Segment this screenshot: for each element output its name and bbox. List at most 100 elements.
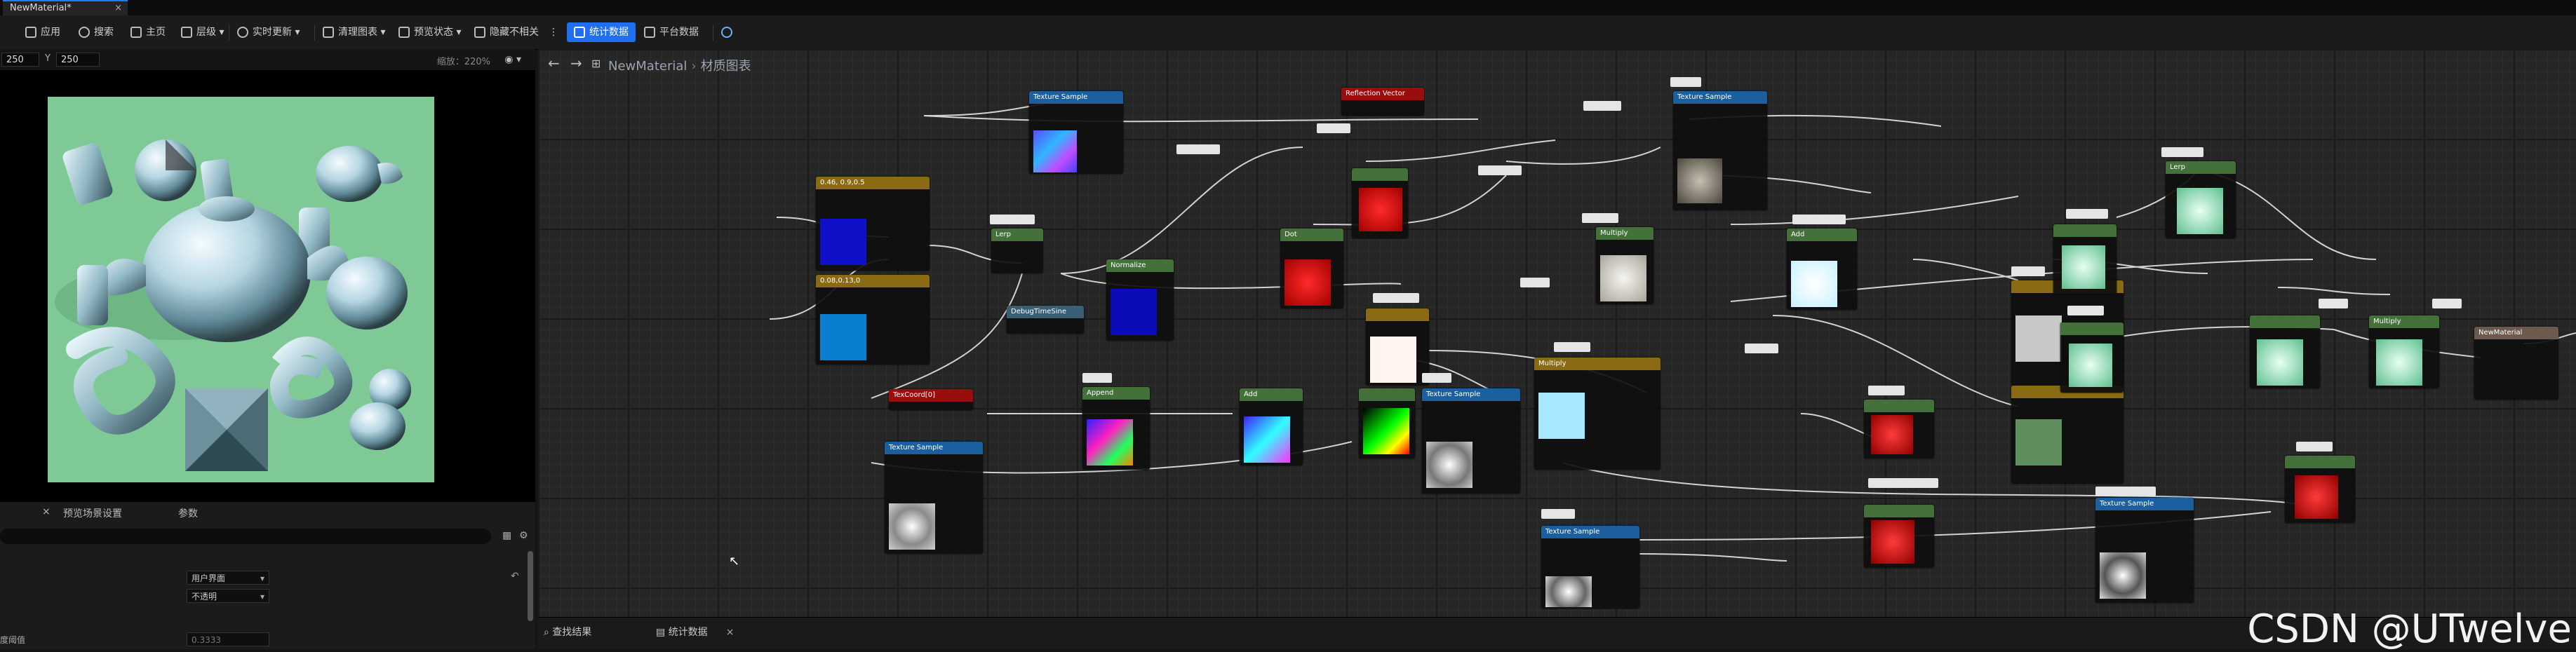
apply-icon bbox=[25, 27, 36, 38]
comment-chip[interactable] bbox=[2161, 147, 2203, 157]
tab-preview-scene-settings[interactable]: 预览场景设置 bbox=[63, 506, 122, 520]
toolbar-divider bbox=[314, 25, 315, 41]
document-tab[interactable]: NewMaterial* × bbox=[3, 0, 128, 15]
toolbar-overflow-icon[interactable]: ⋮ bbox=[549, 22, 558, 42]
platform-stats-button[interactable]: 平台数据 bbox=[644, 22, 699, 42]
bump-texture-thumbnail bbox=[889, 503, 935, 550]
material-editor: NewMaterial* × 应用 搜索 主页 层级 ▾ 实时更新 ▾ 清理图表… bbox=[0, 0, 2576, 652]
tab-label: 预览场景设置 bbox=[63, 508, 122, 519]
comment-chip[interactable] bbox=[1868, 386, 1905, 395]
comment-chip[interactable] bbox=[1745, 344, 1778, 353]
texture-sample-node[interactable]: Texture Sample bbox=[1673, 91, 1767, 210]
details-search-input[interactable] bbox=[0, 529, 491, 544]
clean-graph-button[interactable]: 清理图表 ▾ bbox=[323, 22, 385, 42]
preview-node[interactable] bbox=[1864, 400, 1934, 459]
add-node[interactable]: Add bbox=[1787, 229, 1857, 310]
texture-sample-node[interactable]: Texture Sample bbox=[2095, 498, 2194, 603]
comment-chip[interactable] bbox=[1478, 165, 1522, 175]
reflection-vector-node[interactable]: Reflection Vector bbox=[1341, 88, 1424, 116]
preview-node[interactable] bbox=[2060, 322, 2124, 393]
material-graph[interactable]: ← → ⊞ NewMaterial › 材质图表 Texture Sample … bbox=[538, 49, 2576, 617]
comment-chip[interactable] bbox=[1317, 123, 1350, 133]
multiply-node[interactable]: Multiply bbox=[2369, 315, 2439, 388]
preview-node[interactable] bbox=[1359, 388, 1415, 459]
comment-chip[interactable] bbox=[990, 215, 1035, 224]
comment-chip[interactable] bbox=[1541, 509, 1575, 519]
texture-sample-node[interactable]: Texture Sample bbox=[1422, 388, 1520, 494]
comment-chip[interactable] bbox=[2319, 299, 2348, 308]
live-update-button[interactable]: 实时更新 ▾ bbox=[237, 22, 300, 42]
preview-node[interactable] bbox=[2250, 315, 2320, 388]
preview-node[interactable] bbox=[2053, 224, 2117, 294]
engine-globe-button[interactable] bbox=[721, 22, 737, 42]
debug-time-sine-node[interactable]: DebugTimeSine bbox=[1007, 306, 1084, 334]
home-button[interactable]: 主页 bbox=[130, 22, 166, 42]
lerp-node[interactable]: Lerp bbox=[2166, 161, 2236, 238]
close-icon[interactable]: × bbox=[726, 627, 734, 638]
material-preview[interactable] bbox=[48, 97, 434, 482]
eye-icon[interactable]: ◉ ▾ bbox=[504, 54, 521, 65]
x-coordinate-field[interactable]: 250 bbox=[1, 53, 39, 67]
threshold-field[interactable]: 0.3333 bbox=[187, 632, 269, 646]
comment-chip[interactable] bbox=[1554, 342, 1590, 352]
close-icon[interactable]: × bbox=[42, 506, 51, 517]
stats-button[interactable]: 统计数据 bbox=[567, 22, 636, 42]
gear-icon[interactable]: ⚙ bbox=[519, 530, 528, 541]
hierarchy-button[interactable]: 层级 ▾ bbox=[181, 22, 224, 42]
comment-chip[interactable] bbox=[1583, 101, 1621, 111]
red-preview bbox=[1871, 520, 1914, 564]
close-icon[interactable]: × bbox=[114, 1, 122, 15]
preview-node[interactable] bbox=[1352, 168, 1408, 238]
constant-vector-node[interactable]: 0.46, 0.9,0.5 bbox=[816, 177, 930, 271]
search-button[interactable]: 搜索 bbox=[79, 22, 114, 42]
material-output-node[interactable]: NewMaterial bbox=[2474, 327, 2558, 400]
texture-sample-node[interactable]: Texture Sample bbox=[1029, 91, 1123, 174]
comment-chip[interactable] bbox=[1373, 293, 1419, 303]
constant-vector-node[interactable]: 0.08,0.13,0 bbox=[816, 275, 930, 365]
texture-sample-node[interactable]: Texture Sample bbox=[1541, 526, 1639, 609]
comment-chip[interactable] bbox=[1422, 373, 1451, 383]
blend-mode-select[interactable]: 不透明 ▾ bbox=[187, 589, 269, 603]
comment-chip[interactable] bbox=[1082, 373, 1112, 383]
comment-chip[interactable] bbox=[2011, 266, 2045, 276]
multiply-node[interactable]: Multiply bbox=[1596, 227, 1653, 304]
preview-node[interactable] bbox=[1864, 505, 1934, 568]
reset-icon[interactable]: ↶ bbox=[511, 571, 519, 582]
normalize-node[interactable]: Normalize bbox=[1106, 259, 1174, 341]
tab-stats[interactable]: ▤ 统计数据 × bbox=[656, 625, 734, 640]
preview-node[interactable] bbox=[2285, 456, 2355, 523]
preview-state-button[interactable]: 预览状态 ▾ bbox=[398, 22, 461, 42]
multiply-node[interactable]: Multiply bbox=[1534, 358, 1661, 470]
y-coordinate-field[interactable]: 250 bbox=[56, 53, 100, 67]
scrollbar[interactable] bbox=[528, 551, 533, 621]
zoom-level: 缩放：220% bbox=[436, 57, 490, 67]
lerp-node[interactable]: Lerp bbox=[991, 229, 1043, 273]
comment-chip[interactable] bbox=[1792, 215, 1846, 224]
comment-chip[interactable] bbox=[1520, 278, 1550, 287]
tab-find-results[interactable]: ⌕ 查找结果 bbox=[544, 625, 591, 640]
texture-sample-node[interactable]: Texture Sample bbox=[885, 442, 983, 554]
hide-unrelated-button[interactable]: 隐藏不相关 bbox=[474, 22, 539, 42]
texcoord-node[interactable]: TexCoord[0] bbox=[889, 389, 973, 410]
comment-chip[interactable] bbox=[2066, 209, 2108, 219]
comment-chip[interactable] bbox=[1176, 144, 1220, 154]
comment-chip[interactable] bbox=[2067, 306, 2104, 315]
comment-chip[interactable] bbox=[2296, 442, 2333, 451]
preview-node[interactable] bbox=[2011, 386, 2124, 484]
bump-texture-thumbnail bbox=[2100, 552, 2146, 599]
comment-chip[interactable] bbox=[1670, 77, 1701, 87]
preview-node[interactable] bbox=[1366, 308, 1429, 386]
append-node[interactable]: Append bbox=[1082, 387, 1150, 470]
comment-chip[interactable] bbox=[2432, 299, 2462, 308]
document-tab-title: NewMaterial* bbox=[10, 3, 72, 13]
comment-chip[interactable] bbox=[2095, 487, 2156, 496]
ui-domain-select[interactable]: 用户界面 ▾ bbox=[187, 571, 269, 585]
comment-chip[interactable] bbox=[1868, 478, 1938, 488]
green-preview bbox=[2062, 245, 2105, 289]
comment-chip[interactable] bbox=[1582, 213, 1618, 223]
dot-node[interactable]: Dot bbox=[1280, 229, 1343, 308]
apply-button[interactable]: 应用 bbox=[25, 22, 60, 42]
grid-icon[interactable]: ▦ bbox=[502, 530, 511, 541]
add-node[interactable]: Add bbox=[1240, 388, 1303, 466]
tab-parameters[interactable]: 参数 bbox=[178, 506, 198, 520]
